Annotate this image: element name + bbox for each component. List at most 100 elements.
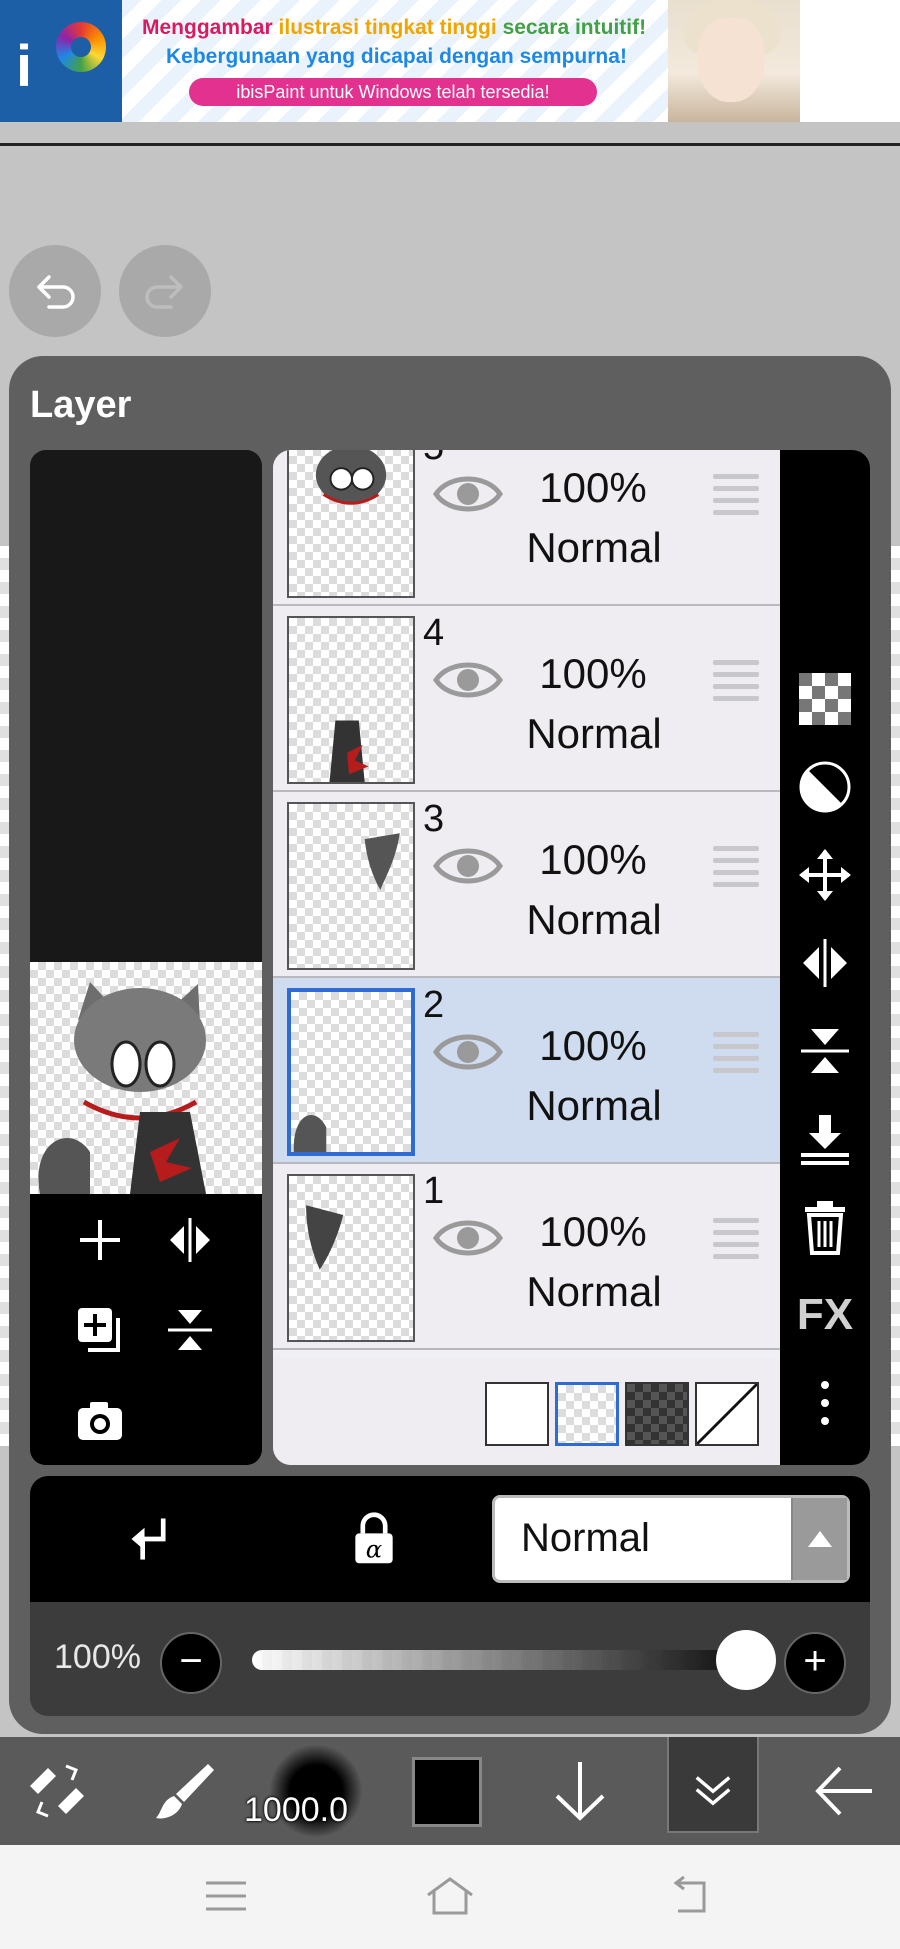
move-down-button[interactable] xyxy=(540,1737,620,1845)
background-white-swatch[interactable] xyxy=(485,1382,549,1446)
layer-visibility-toggle[interactable] xyxy=(433,658,503,702)
opacity-slider-track[interactable] xyxy=(252,1650,772,1670)
duplicate-icon xyxy=(78,1308,120,1352)
delete-layer-button[interactable] xyxy=(794,1196,856,1258)
layer-thumbnail[interactable] xyxy=(287,616,415,784)
layer-content xyxy=(315,450,387,505)
flip-horizontal-button[interactable] xyxy=(794,932,856,994)
more-options-button[interactable] xyxy=(794,1372,856,1434)
ad-cta-pill[interactable]: ibisPaint untuk Windows telah tersedia! xyxy=(189,78,597,106)
trash-icon xyxy=(805,1201,845,1255)
add-layer-button[interactable] xyxy=(70,1210,130,1270)
layer-thumbnail[interactable] xyxy=(287,802,415,970)
tool-selection-button[interactable] xyxy=(12,1737,102,1845)
background-transparent-swatch[interactable] xyxy=(555,1382,619,1446)
opacity-slider-knob[interactable] xyxy=(716,1630,776,1690)
ad-banner[interactable]: i Menggambar ilustrasi tingkat tinggi se… xyxy=(0,0,900,122)
merge-button[interactable] xyxy=(794,1020,856,1082)
color-picker-button[interactable] xyxy=(412,1757,482,1827)
system-nav-bar xyxy=(0,1845,900,1949)
undo-button[interactable] xyxy=(9,245,101,337)
layer-blend-mode: Normal xyxy=(526,710,662,757)
ad-illustration xyxy=(668,0,800,122)
ad-headline: Menggambar ilustrasi tingkat tinggi seca… xyxy=(142,16,646,40)
brush-icon xyxy=(156,1764,214,1819)
merge-icon xyxy=(801,1029,849,1073)
camera-button[interactable] xyxy=(70,1390,130,1450)
clipping-button[interactable] xyxy=(122,1509,182,1569)
system-back-button[interactable] xyxy=(660,1871,720,1921)
layer-row[interactable]: 2 100% Normal xyxy=(273,978,780,1164)
transparency-checker-button[interactable] xyxy=(794,668,856,730)
blend-controls: α Normal xyxy=(30,1476,870,1602)
drag-handle-icon[interactable] xyxy=(713,1032,759,1073)
double-chevron-down-icon xyxy=(695,1776,731,1806)
layer-blend-mode: Normal xyxy=(526,1268,662,1315)
merge-down-button[interactable] xyxy=(794,1108,856,1170)
drag-handle-icon[interactable] xyxy=(713,660,759,701)
drag-handle-icon[interactable] xyxy=(713,846,759,887)
layer-content xyxy=(364,833,400,890)
flip-layer-button[interactable] xyxy=(160,1210,220,1270)
layer-content xyxy=(306,1205,344,1270)
layer-opacity: 100% xyxy=(539,1208,647,1255)
layer-row[interactable]: 1 100% Normal xyxy=(273,1164,780,1350)
opacity-controls: 100% − + xyxy=(30,1602,870,1716)
back-arrow-icon xyxy=(673,1875,706,1913)
layer-visibility-toggle[interactable] xyxy=(433,844,503,888)
duplicate-layer-button[interactable] xyxy=(70,1300,130,1360)
eye-icon xyxy=(433,662,503,698)
move-icon xyxy=(799,849,851,901)
opacity-label: 100% xyxy=(54,1638,141,1676)
alpha-lock-icon: α xyxy=(355,1512,393,1564)
layer-thumbnail[interactable] xyxy=(287,450,415,598)
layer-row[interactable]: 4 100% Normal xyxy=(273,606,780,792)
canvas-preview xyxy=(30,450,262,962)
background-none-swatch[interactable] xyxy=(695,1382,759,1446)
merge-down-icon xyxy=(801,1115,849,1165)
move-layer-button[interactable] xyxy=(794,844,856,906)
checker-icon xyxy=(799,673,851,725)
arrow-left-icon xyxy=(815,1766,872,1816)
layer-blend-mode: Normal xyxy=(526,1082,662,1129)
collapse-panel-button[interactable] xyxy=(667,1737,759,1833)
layer-thumbnail[interactable] xyxy=(287,1174,415,1342)
home-button[interactable] xyxy=(420,1871,480,1921)
layer-visibility-toggle[interactable] xyxy=(433,1030,503,1074)
layer-opacity: 100% xyxy=(539,1022,647,1069)
layer-row[interactable]: 5 100% Normal xyxy=(273,450,780,606)
undo-icon xyxy=(37,275,75,309)
background-dark-checker-swatch[interactable] xyxy=(625,1382,689,1446)
opacity-increase-button[interactable]: + xyxy=(784,1632,846,1694)
layer-visibility-toggle[interactable] xyxy=(433,472,503,516)
layer-tools xyxy=(30,1194,262,1465)
blend-mode-select[interactable]: Normal xyxy=(492,1495,850,1583)
merge-icon xyxy=(168,1310,212,1350)
character-drawing xyxy=(38,982,206,1194)
drag-handle-icon[interactable] xyxy=(713,474,759,515)
layer-number: 2 xyxy=(423,984,445,1026)
arrow-down-icon xyxy=(555,1762,605,1821)
layer-visibility-toggle[interactable] xyxy=(433,1216,503,1260)
alpha-lock-button[interactable]: α xyxy=(344,1509,404,1569)
layer-row[interactable]: 3 100% Normal xyxy=(273,792,780,978)
opacity-decrease-button[interactable]: − xyxy=(160,1632,222,1694)
redo-button[interactable] xyxy=(119,245,211,337)
merge-layer-button[interactable] xyxy=(160,1300,220,1360)
background-options xyxy=(273,1358,780,1465)
recents-button[interactable] xyxy=(196,1871,256,1921)
canvas-thumbnail[interactable] xyxy=(30,962,262,1194)
contrast-button[interactable] xyxy=(794,756,856,818)
fx-button[interactable]: FX xyxy=(794,1284,856,1346)
dropdown-arrow-icon[interactable] xyxy=(791,1498,847,1580)
ad-headline-part: tingkat tinggi xyxy=(364,16,503,39)
brush-size-value: 1000.0 xyxy=(244,1791,348,1829)
ad-headline-part: secara intuitif! xyxy=(502,16,647,39)
brush-tool-button[interactable] xyxy=(140,1737,230,1845)
back-button[interactable] xyxy=(800,1737,890,1845)
drag-handle-icon[interactable] xyxy=(713,1218,759,1259)
layer-thumbnail[interactable] xyxy=(287,988,415,1156)
flip-horizontal-icon xyxy=(803,939,847,987)
layer-number: 4 xyxy=(423,612,445,654)
ibispaint-logo: i xyxy=(0,0,122,122)
